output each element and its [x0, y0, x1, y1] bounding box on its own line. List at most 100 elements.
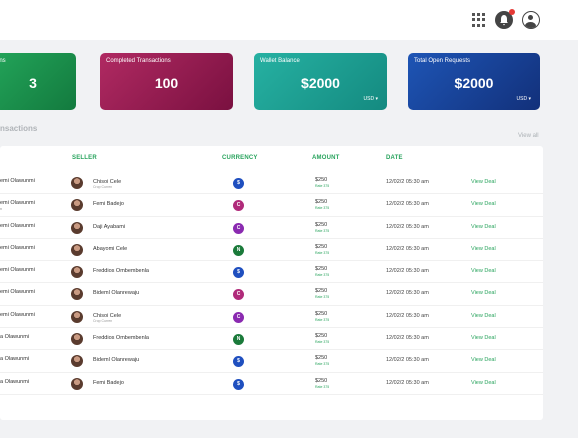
- currency-badge: C: [233, 311, 244, 323]
- avatar: [71, 310, 83, 323]
- currency-badge: $: [233, 267, 244, 279]
- table-row[interactable]: emi Olawunmi Bideml Olanrewaju C $250 Rate 3…: [0, 283, 543, 306]
- amount-rate: Rate 375: [315, 384, 330, 389]
- currency-dropdown[interactable]: USD ▾: [517, 96, 531, 102]
- view-deal-link[interactable]: View Deal: [471, 246, 496, 252]
- view-deal-link[interactable]: View Deal: [471, 201, 496, 207]
- header-currency: CURRENCY: [222, 155, 258, 161]
- amount-rate: Rate 375: [315, 295, 330, 300]
- avatar: [71, 333, 83, 346]
- amount-rate: Rate 375: [315, 228, 330, 233]
- buyer-name: a Olawunmi: [0, 378, 30, 385]
- amount: $250: [315, 288, 328, 295]
- view-deal-link[interactable]: View Deal: [471, 380, 496, 386]
- table-row[interactable]: a Olawunmi Femi Badejo $ $250 Rate 375 12/02/…: [0, 373, 543, 395]
- table-row[interactable]: emi Olawunmi Daji Ayabami C $250 Rate 375 12/…: [0, 217, 543, 239]
- amount: $250: [315, 266, 328, 273]
- seller-name: Bideml Olanrewaju: [93, 290, 140, 297]
- table-row[interactable]: emi Olawunmi Chisoi Cele Crop Curren $ $250 R…: [0, 172, 543, 195]
- top-icons: [472, 9, 540, 29]
- stat-card-open-requests: Total Open Requests $2000 USD ▾: [408, 53, 540, 110]
- avatar: [71, 355, 83, 368]
- table-row[interactable]: emi Olawunmi Freddios Ombembenla $ $250 Rate…: [0, 261, 543, 284]
- amount: $250: [315, 333, 328, 340]
- amount-rate: Rate 375: [315, 206, 330, 211]
- date: 12/02/2 05:30 am: [386, 379, 429, 386]
- card-title: Wallet Balance: [260, 58, 300, 64]
- table-row[interactable]: a Olawunmi Bideml Olanrewaju $ $250 Rate 375…: [0, 350, 543, 373]
- amount: $250: [315, 310, 328, 317]
- amount-rate: Rate 375: [315, 184, 330, 188]
- seller-name: Femi Badejo: [93, 201, 124, 208]
- view-all-link[interactable]: View all: [518, 133, 539, 139]
- top-bar: [0, 0, 578, 40]
- grid-icon[interactable]: [472, 13, 486, 27]
- currency-badge: $: [233, 178, 244, 189]
- stat-card-completed-transactions: Completed Transactions 100: [100, 53, 233, 110]
- view-deal-link[interactable]: View Deal: [471, 268, 496, 274]
- amount-rate: Rate 375: [315, 340, 330, 345]
- card-title: Total Open Requests: [414, 58, 471, 64]
- view-deal-link[interactable]: View Deal: [471, 335, 496, 341]
- avatar: [71, 243, 83, 256]
- seller-name: Freddios Ombembenla: [93, 335, 149, 342]
- date: 12/02/2 05:30 am: [386, 268, 429, 275]
- amount: $250: [315, 177, 328, 183]
- card-value: 3: [29, 75, 37, 91]
- seller-name: Femi Badejo: [93, 379, 124, 386]
- buyer-name: emi Olawunmi: [0, 311, 35, 318]
- avatar: [71, 177, 83, 189]
- view-deal-link[interactable]: View Deal: [471, 224, 496, 230]
- bell-icon[interactable]: [495, 9, 515, 29]
- table-row[interactable]: emi Olawunmi Abayomi Cele N $250 Rate 375 12/…: [0, 239, 543, 262]
- header-date: DATE: [386, 155, 403, 161]
- view-deal-link[interactable]: View Deal: [471, 313, 496, 319]
- table-row[interactable]: emi Olawunmi Chisoi Cele Crop Curren C $250 R…: [0, 306, 543, 329]
- amount: $250: [315, 243, 328, 250]
- amount: $250: [315, 199, 328, 206]
- buyer-sub: n: [0, 207, 2, 212]
- date: 12/02/2 05:30 am: [386, 335, 429, 342]
- buyer-name: emi Olawunmi: [0, 178, 35, 184]
- table-row[interactable]: emi Olawunmi n Femi Badejo C $250 Rate 375 12/…: [0, 194, 543, 217]
- notification-dot: [509, 9, 515, 15]
- amount: $250: [315, 377, 328, 384]
- currency-badge: N: [233, 244, 244, 256]
- currency-badge: C: [233, 289, 244, 301]
- avatar: [71, 288, 83, 301]
- user-icon[interactable]: [522, 11, 540, 29]
- avatar: [71, 266, 83, 279]
- amount: $250: [315, 221, 328, 228]
- buyer-name: emi Olawunmi: [0, 289, 35, 296]
- buyer-name: emi Olawunmi: [0, 244, 35, 251]
- currency-badge: C: [233, 200, 244, 212]
- currency-dropdown[interactable]: USD ▾: [364, 96, 378, 102]
- buyer-name: emi Olawunmi: [0, 222, 35, 229]
- date: 12/02/2 05:30 am: [386, 245, 429, 252]
- seller-name: Bideml Olanrewaju: [93, 357, 140, 364]
- view-deal-link[interactable]: View Deal: [471, 357, 496, 363]
- amount: $250: [315, 355, 328, 362]
- card-title: ons: [0, 58, 6, 64]
- buyer-name: emi Olawunmi: [0, 267, 35, 274]
- view-deal-link[interactable]: View Deal: [471, 179, 496, 185]
- date: 12/02/2 05:30 am: [386, 179, 429, 185]
- date: 12/02/2 05:30 am: [386, 201, 429, 208]
- card-value: 100: [154, 75, 179, 91]
- amount-rate: Rate 375: [315, 273, 330, 278]
- buyer-name: a Olawunmi: [0, 356, 30, 363]
- date: 12/02/2 05:30 am: [386, 223, 429, 230]
- date: 12/02/2 05:30 am: [386, 290, 429, 297]
- header-seller: SELLER: [72, 155, 97, 161]
- table-row[interactable]: a Olawunmi Freddios Ombembenla N $250 Rate 3…: [0, 328, 543, 351]
- table-body: emi Olawunmi Chisoi Cele Crop Curren $ $250 R…: [0, 172, 543, 395]
- section-title: nsactions: [0, 124, 38, 133]
- view-deal-link[interactable]: View Deal: [471, 290, 496, 296]
- header-amount: AMOUNT: [312, 155, 340, 161]
- seller-name: Abayomi Cele: [93, 245, 128, 252]
- seller-sub: Crop Curren: [93, 318, 113, 323]
- stat-card-wallet-balance: Wallet Balance $2000 USD ▾: [254, 53, 387, 110]
- card-value: $2000: [454, 75, 494, 91]
- avatar: [71, 377, 83, 390]
- buyer-name: a Olawunmi: [0, 334, 30, 341]
